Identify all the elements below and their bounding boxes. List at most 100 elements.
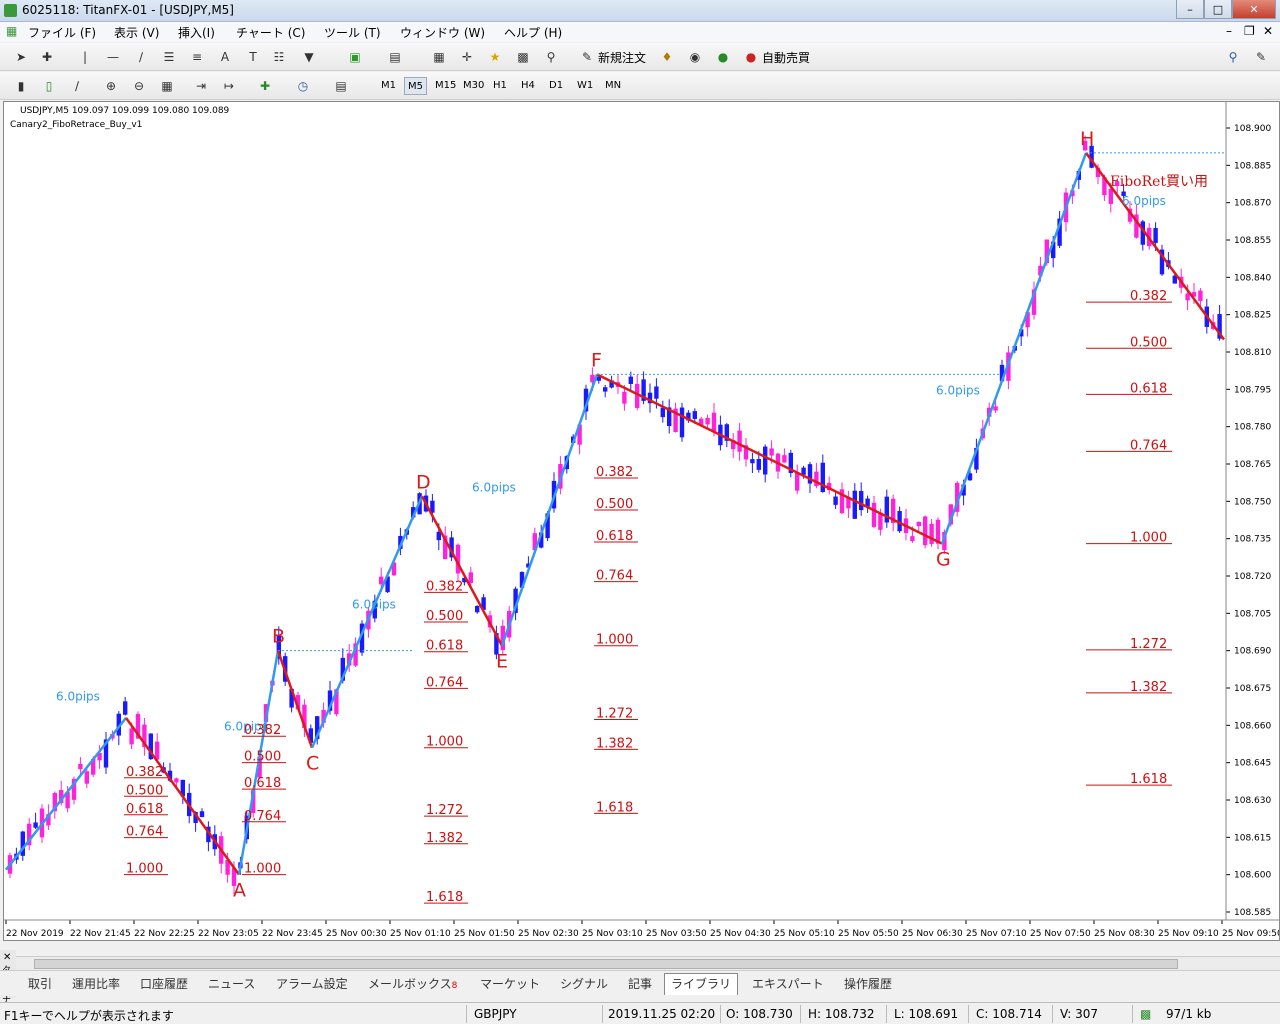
channel-icon[interactable]: ☰ [160, 48, 178, 66]
menu-chart[interactable]: チャート (C) [236, 24, 305, 41]
mdi-close-button[interactable]: ✕ [1263, 24, 1273, 38]
menu-file[interactable]: ファイル (F) [28, 24, 96, 41]
global-variables-icon[interactable]: ◉ [686, 48, 704, 66]
tf-w1[interactable]: W1 [574, 77, 596, 95]
navigator-icon[interactable]: ★ [486, 48, 504, 66]
tf-m5[interactable]: M5 [404, 77, 427, 95]
new-order-button[interactable]: 新規注文 [598, 49, 646, 66]
community-icon[interactable]: ● [714, 48, 732, 66]
tab-experts[interactable]: エキスパート [752, 975, 824, 995]
chart-canvas[interactable]: A B C D E F G H 6.0pips 6.0pips 6.0pips 6.0pips 6.0p… [4, 102, 1280, 940]
tf-mn[interactable]: MN [602, 77, 624, 95]
text-icon[interactable]: A [216, 48, 234, 66]
time-label: 25 Nov 05:10 [774, 929, 835, 939]
minimize-button[interactable]: – [1176, 0, 1204, 19]
tf-m1[interactable]: M1 [378, 77, 399, 95]
market-watch-icon[interactable]: ▦ [430, 48, 448, 66]
tab-signals[interactable]: シグナル [560, 975, 608, 995]
horizontal-line-icon[interactable]: — [104, 48, 122, 66]
menu-window[interactable]: ウィンドウ (W) [400, 24, 485, 41]
fibonacci-icon[interactable]: ≡ [188, 48, 206, 66]
metaeditor-icon[interactable]: ♦ [658, 48, 676, 66]
vertical-line-icon[interactable]: | [76, 48, 94, 66]
zoom-out-icon[interactable]: ⊖ [130, 77, 148, 95]
mdi-restore-button[interactable]: ❐ [1244, 24, 1255, 38]
tf-h4[interactable]: H4 [518, 77, 538, 95]
fib-level-label: 0.382 [244, 723, 281, 738]
tab-alerts[interactable]: アラーム設定 [276, 975, 348, 995]
up-wave-line [940, 152, 1088, 545]
candle-body [33, 822, 38, 828]
line-chart-icon[interactable]: ∕ [68, 77, 86, 95]
autoscroll-icon[interactable]: ↦ [220, 77, 238, 95]
fib-level-label: 1.382 [596, 736, 633, 751]
templates-icon[interactable]: ▤ [332, 77, 350, 95]
tf-d1[interactable]: D1 [546, 77, 566, 95]
close-icon[interactable]: ✕ [3, 952, 11, 963]
crosshair-icon[interactable]: ✚ [38, 48, 56, 66]
tf-h1[interactable]: H1 [490, 77, 510, 95]
menu-tools[interactable]: ツール (T) [324, 24, 381, 41]
new-order-icon[interactable]: ✎ [578, 48, 596, 66]
fib-level-label: 0.764 [1130, 438, 1167, 453]
trendline-icon[interactable]: ∕ [132, 48, 150, 66]
text-label-icon[interactable]: T [244, 48, 262, 66]
tf-m30[interactable]: M30 [460, 77, 487, 95]
indicators-icon[interactable]: ✚ [256, 77, 274, 95]
fib-level-label: 0.500 [244, 750, 281, 765]
time-label: 25 Nov 07:50 [1030, 929, 1091, 939]
tab-mailbox[interactable]: メールボックス8 [368, 975, 457, 995]
tab-articles[interactable]: 記事 [628, 975, 652, 995]
data-window-icon[interactable]: ✛ [458, 48, 476, 66]
strategy-tester-icon[interactable]: ⚲ [542, 48, 560, 66]
periods-icon[interactable]: ◷ [294, 77, 312, 95]
menu-insert[interactable]: 挿入(I) [178, 24, 215, 41]
profiles-icon[interactable]: ▤ [386, 48, 404, 66]
menu-help[interactable]: ヘルプ (H) [504, 24, 562, 41]
terminal-icon[interactable]: ▩ [514, 48, 532, 66]
mdi-minimize-button[interactable]: – [1226, 24, 1232, 38]
candle-body [1153, 228, 1158, 243]
status-high: H: 108.732 [808, 1007, 875, 1021]
chat-icon[interactable]: ✎ [1252, 48, 1270, 66]
price-label: 108.705 [1234, 609, 1271, 619]
maximize-button[interactable]: □ [1204, 0, 1232, 19]
up-wave-line [310, 495, 424, 749]
tab-news[interactable]: ニュース [208, 975, 255, 995]
fib-level-label: 0.618 [126, 802, 163, 817]
candlestick-icon[interactable]: ▯ [40, 77, 58, 95]
price-label: 108.870 [1234, 199, 1271, 209]
tab-journal[interactable]: 操作履歴 [844, 975, 892, 995]
price-label: 108.690 [1234, 647, 1271, 657]
price-label: 108.630 [1234, 796, 1271, 806]
zoom-in-icon[interactable]: ⊕ [102, 77, 120, 95]
status-volume: V: 307 [1060, 1007, 1098, 1021]
scrollbar-thumb[interactable] [34, 959, 1178, 969]
time-label: 22 Nov 23:45 [262, 929, 323, 939]
menu-view[interactable]: 表示 (V) [114, 24, 159, 41]
tile-windows-icon[interactable]: ▦ [158, 77, 176, 95]
close-button[interactable]: ✕ [1232, 0, 1276, 19]
pattern-icon[interactable]: ☷ [270, 48, 288, 66]
fib-level-label: 0.500 [596, 497, 633, 512]
price-chart[interactable]: A B C D E F G H 6.0pips 6.0pips 6.0pips 6.0pips 6.0p… [3, 101, 1280, 941]
search-icon[interactable]: ⚲ [1224, 48, 1242, 66]
tab-market[interactable]: マーケット [480, 975, 540, 995]
cursor-icon[interactable]: ➤ [12, 48, 30, 66]
tf-m15[interactable]: M15 [432, 77, 459, 95]
bar-chart-icon[interactable]: ▮ [12, 77, 30, 95]
price-label: 108.780 [1234, 423, 1271, 433]
auto-trade-button[interactable]: 自動売買 [762, 49, 810, 66]
tab-library[interactable]: ライブラリ [664, 973, 739, 995]
tab-trade[interactable]: 取引 [28, 975, 52, 995]
chart-window-icon[interactable]: ▦ [6, 24, 17, 38]
new-chart-icon[interactable]: ▣ [346, 48, 364, 66]
chart-shift-icon[interactable]: ⇥ [192, 77, 210, 95]
candle-body [705, 417, 710, 425]
auto-trade-icon[interactable]: ● [742, 48, 760, 66]
candle-body [475, 605, 480, 613]
chart-scrollbar[interactable] [16, 956, 1280, 970]
arrows-dropdown-icon[interactable]: ▼ [300, 48, 318, 66]
tab-exposure[interactable]: 運用比率 [72, 975, 120, 995]
tab-account-history[interactable]: 口座履歴 [140, 975, 188, 995]
